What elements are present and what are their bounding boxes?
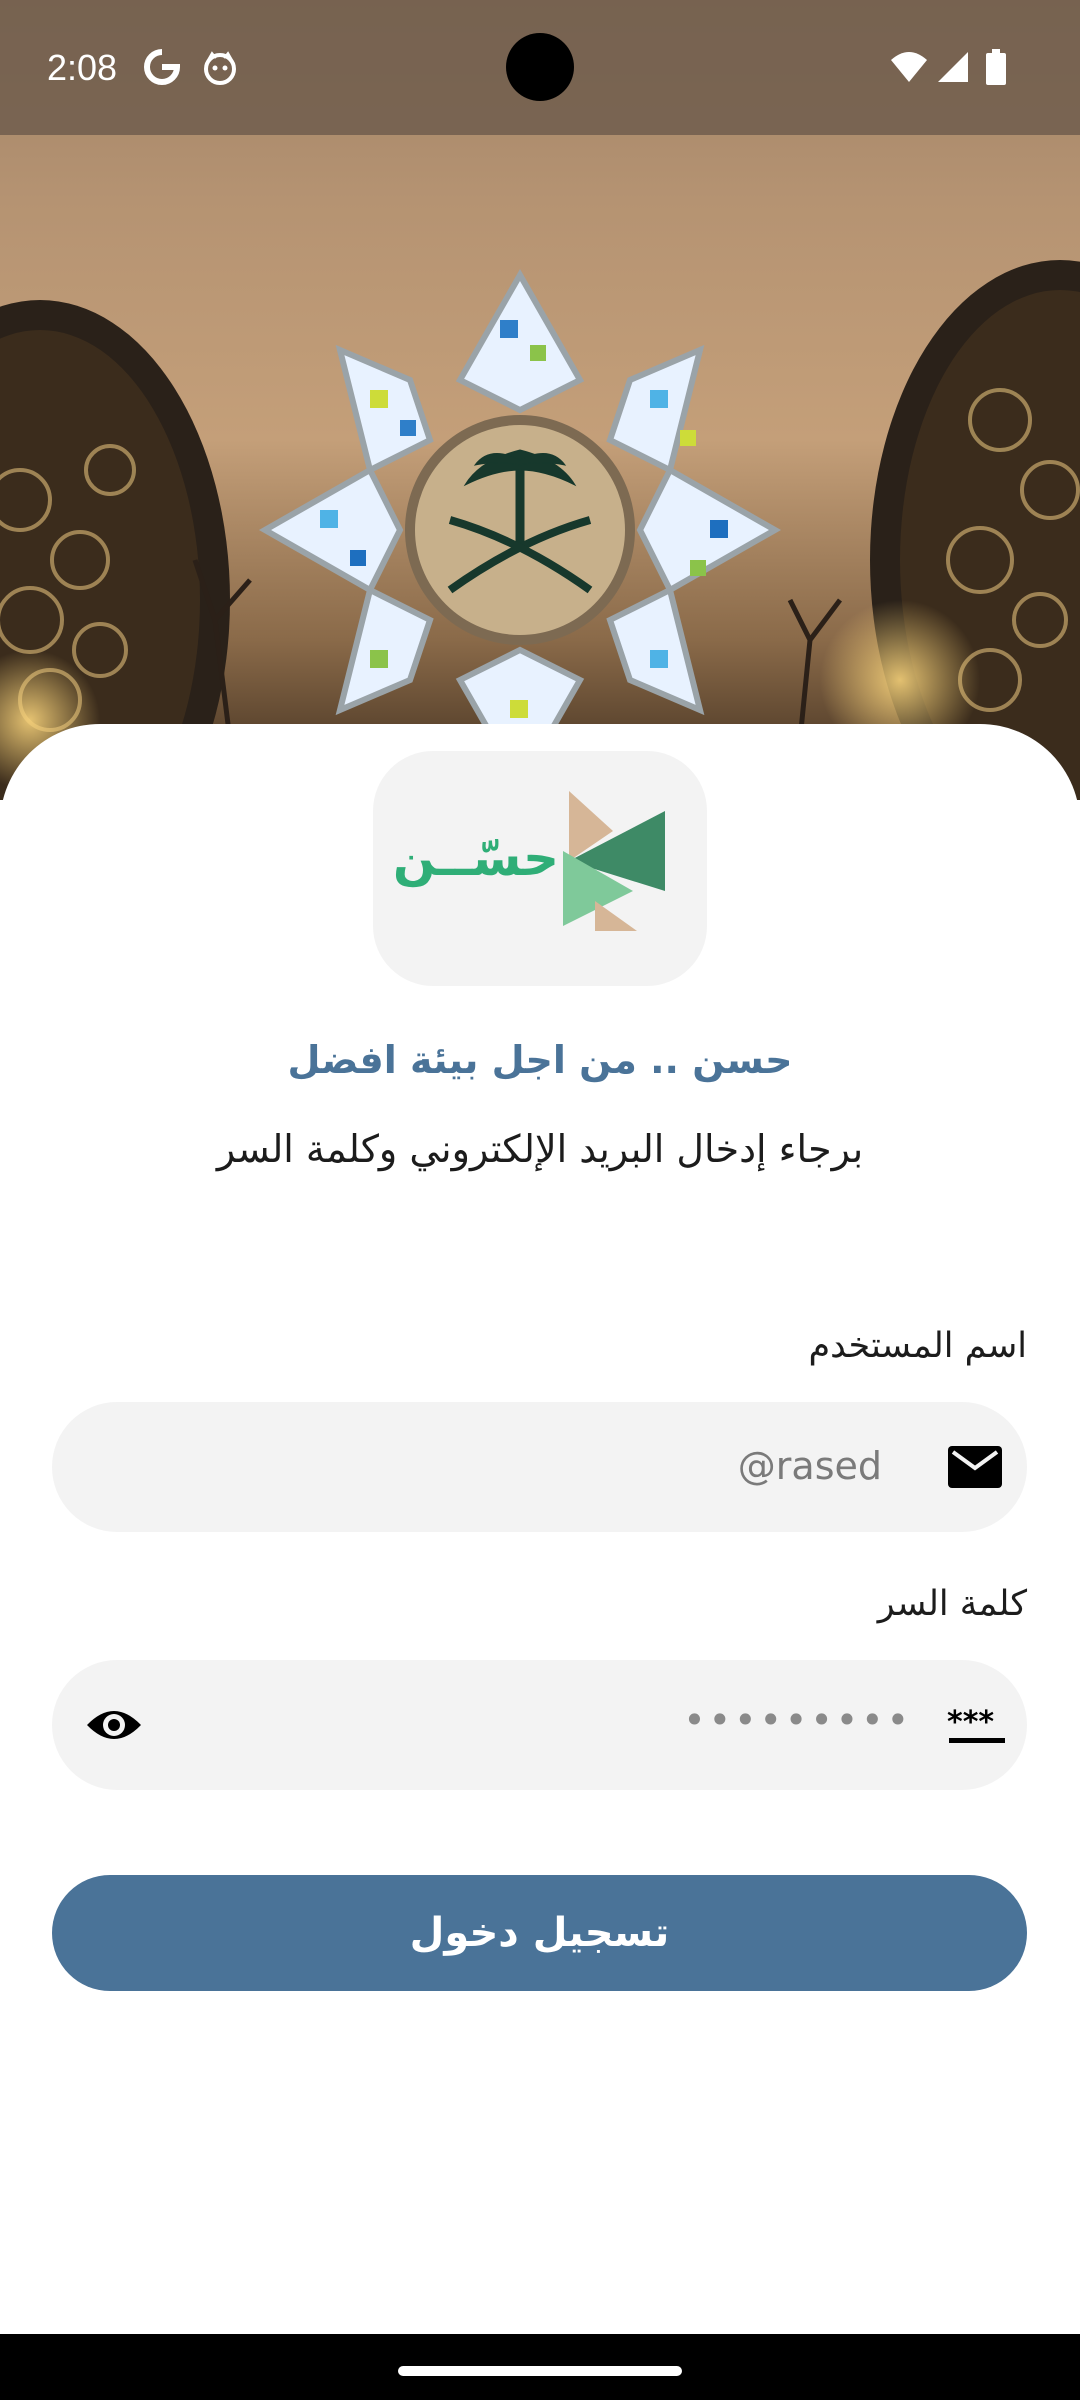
subtitle: برجاء إدخال البريد الإلكتروني وكلمة السر xyxy=(216,1127,864,1171)
google-icon xyxy=(144,49,181,85)
navigation-bar xyxy=(0,2334,1080,2400)
svg-text:***: *** xyxy=(947,1706,994,1740)
wifi-icon xyxy=(891,52,927,82)
mail-icon xyxy=(948,1446,1002,1488)
eye-icon[interactable] xyxy=(85,1705,143,1745)
login-screen: 2:08 حسّــن حسن .. من اجل بيئة افضل برجا… xyxy=(0,0,1080,2400)
password-field[interactable]: ••••••••• *** xyxy=(52,1660,1027,1790)
status-time: 2:08 xyxy=(47,47,118,88)
password-input[interactable]: ••••••••• xyxy=(683,1698,912,1742)
password-icon: *** xyxy=(947,1706,1005,1743)
username-input[interactable] xyxy=(112,1438,972,1494)
camera-cutout xyxy=(506,33,574,101)
battery-icon xyxy=(986,49,1006,85)
username-field[interactable] xyxy=(52,1402,1027,1532)
app-logo: حسّــن xyxy=(373,751,707,986)
signal-icon xyxy=(938,52,968,82)
username-label: اسم المستخدم xyxy=(808,1326,1027,1366)
home-indicator[interactable] xyxy=(398,2366,682,2376)
login-button[interactable]: تسجيل دخول xyxy=(52,1875,1027,1991)
cat-icon xyxy=(204,51,236,85)
password-label: كلمة السر xyxy=(877,1584,1027,1624)
status-bar: 2:08 xyxy=(0,0,1080,135)
logo-text: حسّــن xyxy=(392,829,559,887)
tagline: حسن .. من اجل بيئة افضل xyxy=(287,1038,793,1082)
